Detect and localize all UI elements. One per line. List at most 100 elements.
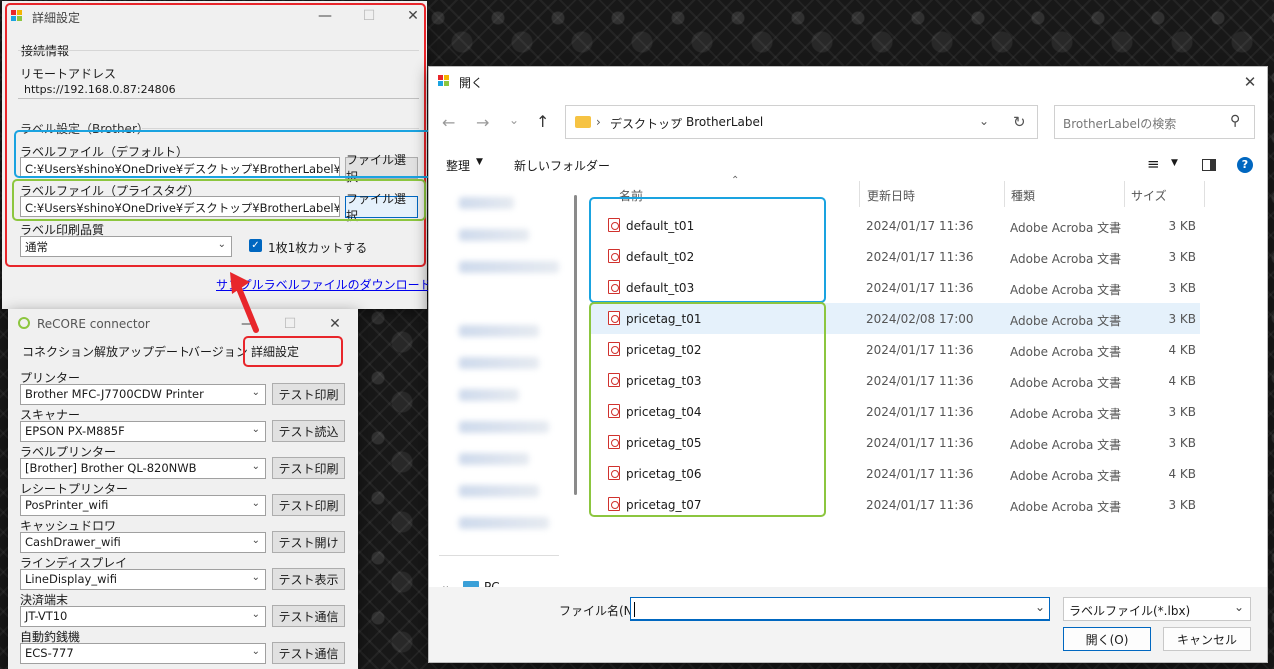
device-select[interactable]: LineDisplay_wifi ⌄ <box>20 569 266 590</box>
minimize-icon[interactable]: — <box>302 1 348 31</box>
device-select[interactable]: ECS-777 ⌄ <box>20 643 266 664</box>
menu-version[interactable]: バージョン <box>188 343 248 360</box>
search-icon[interactable]: ⚲ <box>1230 113 1240 129</box>
file-name: default_t02 <box>626 250 695 264</box>
breadcrumb-brotherlabel[interactable]: BrotherLabel <box>686 115 763 129</box>
search-box[interactable]: BrotherLabelの検索 ⚲ <box>1054 105 1255 139</box>
pdf-file-icon <box>608 311 620 325</box>
device-test-button[interactable]: テスト開け <box>272 531 345 553</box>
remote-address-value: https://192.168.0.87:24806 <box>24 83 176 96</box>
column-size[interactable]: サイズ <box>1131 187 1167 204</box>
file-row[interactable]: default_t03 2024/01/17 11:36 Adobe Acroba … <box>590 272 1200 303</box>
chevron-down-icon[interactable]: ⌄ <box>979 114 989 128</box>
file-row[interactable]: pricetag_t03 2024/01/17 11:36 Adobe Acroba… <box>590 365 1200 396</box>
forward-arrow-icon[interactable]: → <box>476 113 489 132</box>
device-test-button[interactable]: テスト印刷 <box>272 457 345 479</box>
file-row[interactable]: default_t02 2024/01/17 11:36 Adobe Acroba … <box>590 241 1200 272</box>
recore-app-icon <box>18 317 30 329</box>
view-menu-icon[interactable]: ≡ <box>1147 155 1160 173</box>
filename-input[interactable]: ⌄ <box>630 597 1050 621</box>
breadcrumb-separator-icon: › <box>596 115 601 129</box>
remote-address-label: リモートアドレス <box>20 67 117 81</box>
file-row[interactable]: pricetag_t01 2024/02/08 17:00 Adobe Acroba… <box>590 303 1200 334</box>
device-select[interactable]: CashDrawer_wifi ⌄ <box>20 532 266 553</box>
new-folder-button[interactable]: 新しいフォルダー <box>514 157 610 174</box>
device-select[interactable]: JT-VT10 ⌄ <box>20 606 266 627</box>
device-test-button[interactable]: テスト表示 <box>272 568 345 590</box>
file-row[interactable]: default_t01 2024/01/17 11:36 Adobe Acroba … <box>590 210 1200 241</box>
text-cursor <box>634 602 635 617</box>
app-icon <box>11 10 23 22</box>
menu-connection-release[interactable]: コネクション解放 <box>22 343 118 360</box>
file-type: Adobe Acroba 文書 <box>1010 345 1122 359</box>
close-icon[interactable]: ✕ <box>1233 67 1267 97</box>
device-value: EPSON PX-M885F <box>25 424 125 438</box>
up-arrow-icon[interactable]: ↑ <box>536 112 549 131</box>
preview-pane-icon[interactable] <box>1202 159 1216 171</box>
nav-scrollbar[interactable] <box>574 195 577 495</box>
column-name[interactable]: 名前 <box>619 187 643 204</box>
device-test-button[interactable]: テスト通信 <box>272 642 345 664</box>
device-select[interactable]: EPSON PX-M885F ⌄ <box>20 421 266 442</box>
device-test-button[interactable]: テスト印刷 <box>272 383 345 405</box>
menu-update[interactable]: アップデート <box>118 343 190 360</box>
label-price-path[interactable]: C:¥Users¥shino¥OneDrive¥デスクトップ¥BrotherLa… <box>20 196 340 217</box>
file-name: pricetag_t06 <box>626 467 702 481</box>
file-select-button-price[interactable]: ファイル選択 <box>345 192 418 223</box>
file-size: 4 KB <box>1168 467 1196 481</box>
detail-titlebar[interactable]: 詳細設定 — ☐ ✕ <box>2 1 427 31</box>
chevron-down-icon[interactable]: ⌄ <box>1035 600 1045 614</box>
search-input[interactable]: BrotherLabelの検索 <box>1063 115 1176 132</box>
file-name: pricetag_t05 <box>626 436 702 450</box>
cancel-button[interactable]: キャンセル <box>1163 627 1251 651</box>
label-default-path[interactable]: C:¥Users¥shino¥OneDrive¥デスクトップ¥BrotherLa… <box>20 157 340 178</box>
file-name: pricetag_t01 <box>626 312 702 326</box>
section-divider <box>142 128 419 129</box>
address-bar[interactable]: › デスクトップ › BrotherLabel ⌄ ↻ <box>565 105 1038 139</box>
chevron-down-icon: ⌄ <box>217 239 226 250</box>
pdf-file-icon <box>608 435 620 449</box>
menu-detail-settings[interactable]: 詳細設定 <box>251 343 299 360</box>
chevron-down-icon[interactable]: ▼ <box>1171 158 1178 168</box>
organize-button[interactable]: 整理 <box>446 157 470 174</box>
file-row[interactable]: pricetag_t02 2024/01/17 11:36 Adobe Acroba… <box>590 334 1200 365</box>
recent-chevron-icon[interactable]: ⌄ <box>509 113 519 127</box>
column-date[interactable]: 更新日時 <box>867 187 915 204</box>
device-value: ECS-777 <box>25 646 74 660</box>
help-icon[interactable]: ? <box>1237 157 1253 173</box>
file-row[interactable]: pricetag_t06 2024/01/17 11:36 Adobe Acroba… <box>590 458 1200 489</box>
file-row[interactable]: pricetag_t04 2024/01/17 11:36 Adobe Acroba… <box>590 396 1200 427</box>
device-select[interactable]: Brother MFC-J7700CDW Printer ⌄ <box>20 384 266 405</box>
device-test-button[interactable]: テスト印刷 <box>272 494 345 516</box>
print-quality-select[interactable]: 通常 ⌄ <box>20 236 232 257</box>
chevron-down-icon: ⌄ <box>251 609 260 620</box>
open-button[interactable]: 開く(O) <box>1063 627 1151 651</box>
device-select[interactable]: PosPrinter_wifi ⌄ <box>20 495 266 516</box>
chevron-down-icon: ▼ <box>476 157 483 167</box>
maximize-icon[interactable]: ☐ <box>267 309 313 339</box>
device-select[interactable]: [Brother] Brother QL-820NWB ⌄ <box>20 458 266 479</box>
file-select-button-default[interactable]: ファイル選択 <box>345 153 418 184</box>
device-test-button[interactable]: テスト通信 <box>272 605 345 627</box>
close-icon[interactable]: ✕ <box>390 1 436 31</box>
folder-icon <box>575 116 591 128</box>
file-type: Adobe Acroba 文書 <box>1010 500 1122 514</box>
open-dialog-titlebar[interactable]: 開く ✕ <box>429 67 1267 97</box>
file-type: Adobe Acroba 文書 <box>1010 283 1122 297</box>
file-name: pricetag_t03 <box>626 374 702 388</box>
file-size: 3 KB <box>1168 250 1196 264</box>
file-date: 2024/01/17 11:36 <box>866 219 974 233</box>
device-test-button[interactable]: テスト読込 <box>272 420 345 442</box>
red-arrow-icon <box>230 272 259 333</box>
file-type-filter[interactable]: ラベルファイル(*.lbx) ⌄ <box>1063 597 1251 621</box>
back-arrow-icon[interactable]: ← <box>442 113 455 132</box>
maximize-icon[interactable]: ☐ <box>346 1 392 31</box>
column-type[interactable]: 種類 <box>1011 187 1035 204</box>
chevron-down-icon: ⌄ <box>251 461 260 472</box>
recore-titlebar[interactable]: ReCORE connector — ☐ ✕ <box>8 309 358 339</box>
cut-checkbox[interactable]: ✓ <box>249 239 262 252</box>
refresh-icon[interactable]: ↻ <box>1013 113 1026 131</box>
file-row[interactable]: pricetag_t07 2024/01/17 11:36 Adobe Acroba… <box>590 489 1200 520</box>
file-row[interactable]: pricetag_t05 2024/01/17 11:36 Adobe Acroba… <box>590 427 1200 458</box>
close-icon[interactable]: ✕ <box>312 309 358 339</box>
